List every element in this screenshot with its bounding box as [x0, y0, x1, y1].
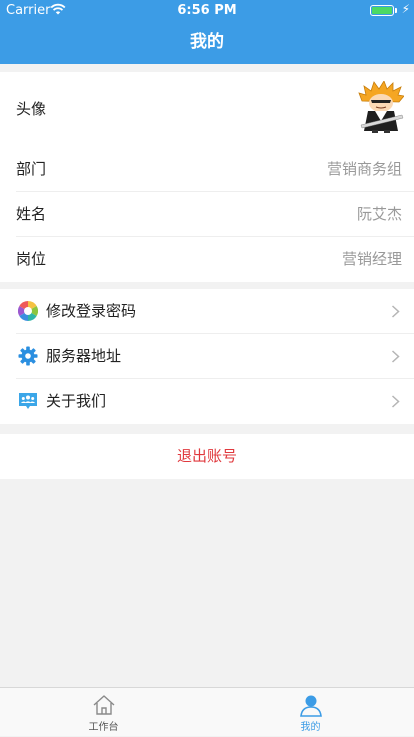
- clock: 6:56 PM: [177, 3, 237, 18]
- menu-section: 修改登录密码 服务器地址 关于我们: [0, 289, 414, 424]
- profile-section: 头像 部门 营销商务组 姓名 阮艾杰 岗位 营销经理: [0, 72, 414, 282]
- department-value: 营销商务组: [326, 160, 402, 178]
- gear-icon: [18, 346, 38, 366]
- tab-label: 工作台: [88, 722, 119, 733]
- chevron-right-icon: [391, 305, 400, 318]
- profile-row-department: 部门 营销商务组: [0, 147, 414, 192]
- chevron-right-icon: [391, 350, 400, 363]
- menu-item-about-us[interactable]: 关于我们: [0, 379, 414, 424]
- position-value: 营销经理: [341, 250, 402, 268]
- house-icon: [93, 695, 115, 715]
- logout-button[interactable]: 退出账号: [0, 434, 414, 479]
- tab-workbench[interactable]: 工作台: [0, 688, 207, 737]
- menu-item-server-address[interactable]: 服务器地址: [0, 334, 414, 379]
- avatar-label: 头像: [16, 100, 47, 118]
- chevron-right-icon: [391, 395, 400, 408]
- menu-item-label: 服务器地址: [46, 347, 122, 365]
- avatar[interactable]: [358, 81, 404, 133]
- profile-row-position: 岗位 营销经理: [0, 237, 414, 282]
- tab-mine[interactable]: 我的: [207, 688, 414, 737]
- nav-bar: Carrier 6:56 PM ⚡ 我的: [0, 0, 414, 64]
- status-bar: Carrier 6:56 PM ⚡: [0, 0, 414, 20]
- name-value: 阮艾杰: [356, 205, 402, 223]
- people-chat-icon: [19, 393, 37, 409]
- battery-icon: [370, 5, 394, 16]
- person-icon: [300, 695, 322, 717]
- tab-label: 我的: [300, 722, 321, 733]
- profile-row-name: 姓名 阮艾杰: [0, 192, 414, 237]
- department-label: 部门: [16, 160, 47, 178]
- menu-item-change-password[interactable]: 修改登录密码: [0, 289, 414, 334]
- name-label: 姓名: [16, 205, 47, 223]
- charging-bolt-icon: ⚡: [401, 2, 410, 16]
- menu-item-label: 修改登录密码: [46, 302, 137, 320]
- tab-bar: 工作台 我的: [0, 687, 414, 736]
- colorful-pinwheel-icon: [18, 301, 38, 321]
- avatar-row[interactable]: 头像: [0, 72, 414, 147]
- menu-item-label: 关于我们: [46, 392, 107, 410]
- battery-tip: [395, 8, 397, 13]
- position-label: 岗位: [16, 250, 47, 268]
- page-title: 我的: [190, 32, 224, 52]
